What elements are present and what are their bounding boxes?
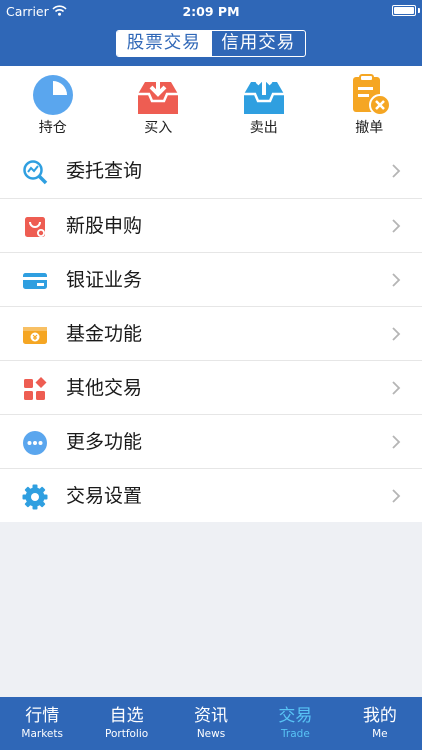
battery-icon [392,5,416,16]
quick-action-label: 持仓 [38,120,67,136]
status-bar: Carrier 2:09 PM [0,0,422,22]
segment-stock-trading[interactable]: 股票交易 [117,31,211,56]
menu-item-fund-functions[interactable]: 基金功能 [0,306,422,360]
quick-actions: 持仓 买入 卖出 撤单 [0,66,422,144]
quick-action-buy[interactable]: 买入 [106,66,212,144]
menu-item-other-trading[interactable]: 其他交易 [0,360,422,414]
magnifier-chart-icon [23,160,48,185]
trade-menu-list: 委托查询 新股申购 银证业务 基金功能 其他交易 更多功能 交易设置 [0,144,422,522]
chevron-right-icon [392,489,401,503]
tab-sublabel: Markets [21,728,63,740]
tab-portfolio[interactable]: 自选 Portfolio [84,697,168,750]
gear-icon [22,484,48,510]
quick-action-holdings[interactable]: 持仓 [0,66,106,144]
menu-item-label: 银证业务 [66,269,143,291]
quick-action-label: 卖出 [249,120,278,136]
tab-label: 交易 [278,706,313,726]
chevron-right-icon [392,219,401,233]
battery-cap [418,8,420,13]
menu-item-label: 更多功能 [66,431,143,453]
tab-label: 资讯 [194,706,229,726]
chevron-right-icon [392,435,401,449]
tab-sublabel: News [196,728,226,740]
menu-item-label: 交易设置 [66,485,143,507]
segment-credit-trading[interactable]: 信用交易 [210,31,306,56]
status-time: 2:09 PM [182,4,240,19]
chevron-right-icon [392,381,401,395]
tab-trade[interactable]: 交易 Trade [253,697,337,750]
more-dots-icon [23,431,47,455]
menu-item-bank-securities[interactable]: 银证业务 [0,252,422,306]
menu-item-more-functions[interactable]: 更多功能 [0,414,422,468]
tab-label: 行情 [25,706,60,726]
trade-type-segmented-control: 股票交易 信用交易 [116,30,306,57]
quick-action-label: 撤单 [355,120,384,136]
tab-sublabel: Me [372,728,388,740]
chevron-right-icon [392,273,401,287]
inbox-download-icon [138,76,179,114]
tab-label: 自选 [109,706,144,726]
chevron-right-icon [392,327,401,341]
menu-item-label: 其他交易 [66,377,143,399]
tab-me[interactable]: 我的 Me [338,697,422,750]
chevron-right-icon [392,164,401,178]
fund-wallet-icon [23,327,47,344]
quick-action-sell[interactable]: 卖出 [211,66,317,144]
tab-label: 我的 [362,706,397,726]
quick-action-label: 买入 [144,120,173,136]
menu-item-trade-settings[interactable]: 交易设置 [0,468,422,522]
menu-item-label: 新股申购 [66,215,143,237]
menu-item-label: 委托查询 [66,160,143,182]
tab-sublabel: Trade [281,728,310,740]
pie-chart-icon [32,75,73,115]
grid-diamond-icon [24,377,47,400]
bank-card-icon [23,273,47,289]
bottom-tab-bar: 行情 Markets 自选 Portfolio 资讯 News 交易 Trade… [0,697,422,750]
tab-news[interactable]: 资讯 News [169,697,253,750]
quick-action-cancel-order[interactable]: 撤单 [317,66,422,144]
tab-sublabel: Portfolio [105,728,149,740]
menu-item-order-query[interactable]: 委托查询 [0,144,422,198]
inbox-upload-icon [243,74,284,114]
menu-item-label: 基金功能 [66,323,143,345]
menu-item-ipo-subscription[interactable]: 新股申购 [0,198,422,252]
shopping-bag-icon [25,217,45,237]
app-header: Carrier 2:09 PM 股票交易 信用交易 [0,0,422,66]
clipboard-cancel-icon [353,74,392,116]
tab-markets[interactable]: 行情 Markets [0,697,84,750]
